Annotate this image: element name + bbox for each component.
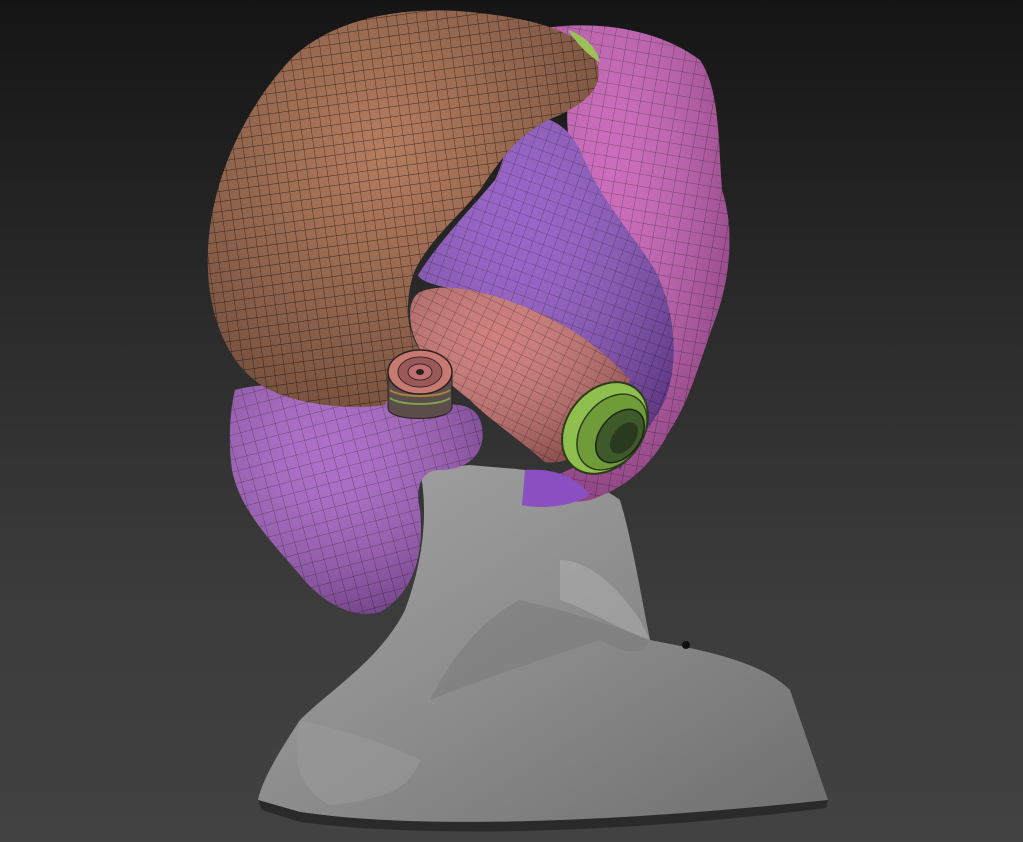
ear-cylinder bbox=[387, 349, 453, 419]
3d-viewport[interactable] bbox=[0, 0, 1023, 842]
model-render bbox=[207, 10, 828, 832]
